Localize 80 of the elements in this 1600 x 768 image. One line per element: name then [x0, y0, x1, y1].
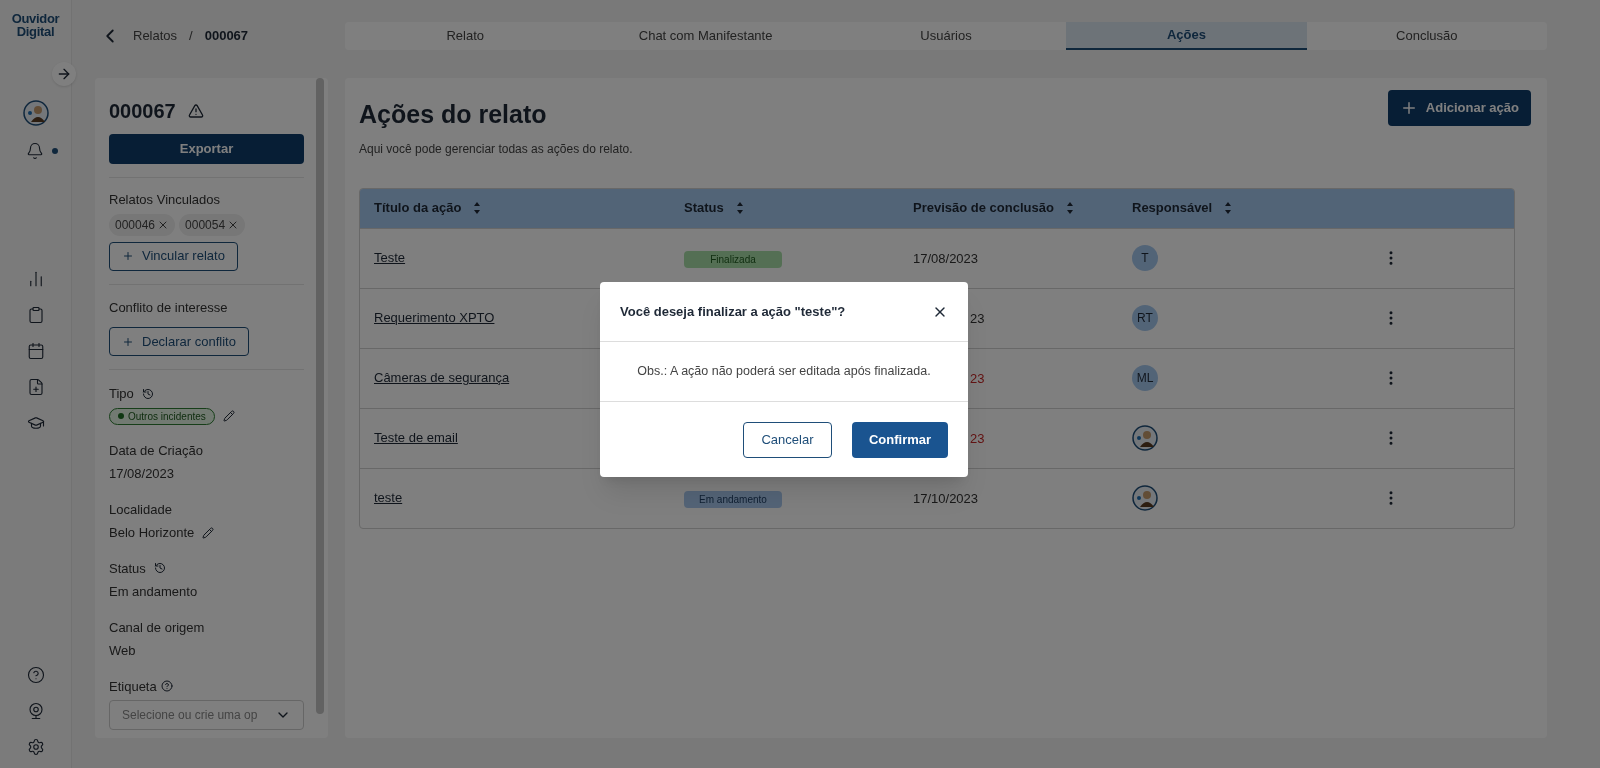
assignee-avatar: [1132, 425, 1158, 451]
tab[interactable]: Chat com Manifestante: [585, 22, 826, 50]
webcam-icon[interactable]: [26, 702, 45, 720]
sort-icon[interactable]: [735, 201, 744, 215]
arrow-right-icon: [56, 66, 72, 82]
action-title-link[interactable]: Teste: [374, 248, 406, 268]
graduation-cap-icon[interactable]: [26, 414, 45, 432]
action-title-link[interactable]: teste: [374, 488, 403, 508]
export-button[interactable]: Exportar: [109, 134, 304, 164]
report-number: 000067: [109, 99, 176, 124]
status-badge: Em andamento: [684, 491, 782, 508]
field-value: 17/08/2023: [109, 465, 175, 483]
plus-icon: [122, 250, 134, 262]
plus-icon: [122, 335, 134, 348]
type-tag: Outros incidentes: [109, 407, 215, 425]
field-value: Belo Horizonte: [109, 524, 195, 542]
action-title-link[interactable]: Requerimento XPTO: [374, 308, 495, 328]
status-badge: Finalizada: [684, 251, 782, 268]
breadcrumb-current: 000067: [204, 27, 249, 46]
linked-report-chip[interactable]: 000054: [179, 213, 246, 236]
user-avatar: [22, 100, 49, 126]
dialog-message: Obs.: A ação não poderá ser editada após finalizada.: [637, 363, 931, 381]
dialog-title: Você deseja finalizar a ação "teste"?: [620, 302, 846, 321]
field-value: Em andamento: [109, 583, 198, 601]
linked-report-chip[interactable]: 000046: [109, 213, 176, 236]
due-date: 23: [970, 370, 985, 388]
field-label: Relatos Vinculados: [109, 191, 222, 209]
history-icon[interactable]: [153, 562, 166, 575]
column-header[interactable]: Título da ação: [374, 198, 462, 218]
breadcrumb-link[interactable]: Relatos: [133, 26, 178, 46]
pencil-icon[interactable]: [222, 410, 235, 422]
declare-conflict-button[interactable]: Declarar conflito: [109, 327, 249, 356]
due-date: 17/08/2023: [913, 250, 979, 268]
field-value: Web: [109, 642, 136, 660]
assignee-avatar: ML: [1132, 365, 1158, 391]
field-label: Tipo: [109, 385, 134, 403]
label-select[interactable]: Selecione ou crie uma op: [109, 700, 304, 730]
breadcrumb-separator: /: [189, 27, 193, 46]
confirm-button[interactable]: Confirmar: [852, 421, 948, 458]
bell-icon[interactable]: [25, 142, 44, 160]
assignee-avatar: T: [1132, 245, 1158, 271]
calendar-icon[interactable]: [26, 342, 45, 360]
column-header[interactable]: Responsável: [1132, 198, 1213, 218]
field-label: Data de Criação: [109, 441, 203, 460]
due-date: 17/10/2023: [913, 490, 979, 508]
sort-icon[interactable]: [1224, 201, 1233, 215]
tab[interactable]: Usuários: [825, 22, 1067, 50]
file-plus-icon[interactable]: [26, 378, 45, 396]
history-icon[interactable]: [141, 387, 154, 400]
due-date: 23: [970, 430, 985, 448]
tab[interactable]: Relato: [345, 22, 586, 50]
field-label: Canal de origem: [109, 618, 205, 637]
logo[interactable]: Ouvidor Digital: [11, 12, 60, 38]
field-label: Etiqueta: [109, 677, 157, 696]
page-subtitle: Aqui você pode gerenciar todas as ações do relato.: [359, 140, 633, 158]
action-title-link[interactable]: Câmeras de segurança: [374, 368, 510, 388]
add-action-button[interactable]: Adicionar ação: [1387, 90, 1531, 126]
field-label: Status: [109, 559, 146, 578]
field-label: Localidade: [109, 500, 172, 519]
action-title-link[interactable]: Teste de email: [374, 428, 458, 448]
expand-button[interactable]: [52, 62, 76, 86]
link-report-button[interactable]: Vincular relato: [109, 241, 238, 271]
sort-icon[interactable]: [1065, 201, 1074, 215]
tab[interactable]: Ações: [1066, 22, 1307, 50]
settings-icon[interactable]: [26, 738, 45, 756]
page-title: Ações do relato: [359, 99, 548, 130]
field-label: Conflito de interesse: [109, 298, 229, 317]
help-icon[interactable]: [26, 666, 45, 684]
due-date: 23: [970, 310, 985, 328]
help-icon[interactable]: [160, 680, 173, 693]
assignee-avatar: [1132, 485, 1158, 511]
assignee-avatar: RT: [1132, 305, 1158, 331]
sort-icon[interactable]: [473, 201, 482, 215]
tab[interactable]: Conclusão: [1306, 22, 1548, 50]
column-header[interactable]: Status: [684, 198, 724, 218]
warning-icon: [187, 103, 204, 119]
clipboard-icon[interactable]: [26, 306, 45, 324]
column-header[interactable]: Previsão de conclusão: [913, 198, 1054, 218]
pencil-icon[interactable]: [202, 526, 215, 539]
cancel-button[interactable]: Cancelar: [743, 421, 832, 458]
